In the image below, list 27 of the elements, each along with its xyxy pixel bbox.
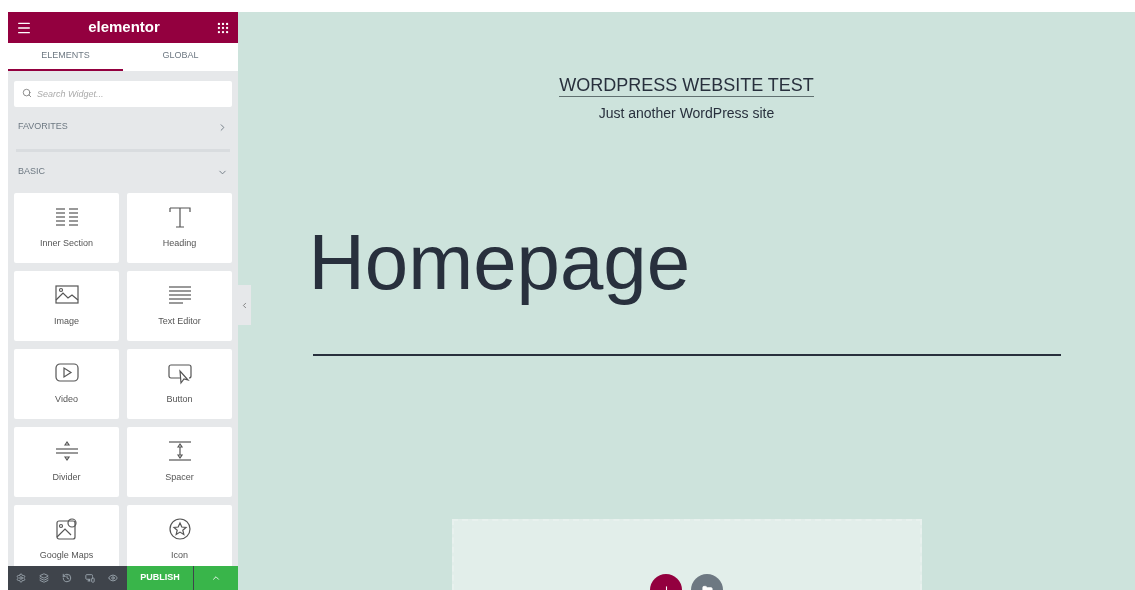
chevron-left-icon xyxy=(240,300,249,310)
widget-tile[interactable]: Inner Section xyxy=(14,193,119,263)
logo: elementor xyxy=(88,17,160,38)
widget-tile[interactable]: Button xyxy=(127,349,232,419)
collapse-handle[interactable] xyxy=(238,285,251,325)
cursor-icon xyxy=(165,361,194,386)
widget-tile[interactable]: Text Editor xyxy=(127,271,232,341)
widget-tile[interactable]: Google Maps xyxy=(14,505,119,566)
site-title[interactable]: WORDPRESS WEBSITE TEST xyxy=(559,74,814,97)
site-tagline: Just another WordPress site xyxy=(598,104,775,123)
widget-tile[interactable]: Icon xyxy=(127,505,232,566)
settings-icon[interactable] xyxy=(16,573,26,583)
caret-icon xyxy=(211,573,221,583)
category-header[interactable]: BASIC xyxy=(8,152,238,192)
devices-icon[interactable] xyxy=(85,573,95,583)
search-icon xyxy=(22,88,32,98)
widget-tile[interactable]: Divider xyxy=(14,427,119,497)
grid-icon[interactable] xyxy=(216,20,230,35)
widget-tile[interactable]: Image xyxy=(14,271,119,341)
widget-tile[interactable]: Video xyxy=(14,349,119,419)
search-field[interactable]: Search Widget... xyxy=(14,81,232,107)
layers-icon[interactable] xyxy=(39,573,49,583)
widget-tile[interactable]: Spacer xyxy=(127,427,232,497)
category-header[interactable]: FAVORITES xyxy=(8,107,238,147)
widget-tile[interactable]: Heading xyxy=(127,193,232,263)
history-icon[interactable] xyxy=(62,573,72,583)
eye-icon[interactable] xyxy=(108,573,118,583)
